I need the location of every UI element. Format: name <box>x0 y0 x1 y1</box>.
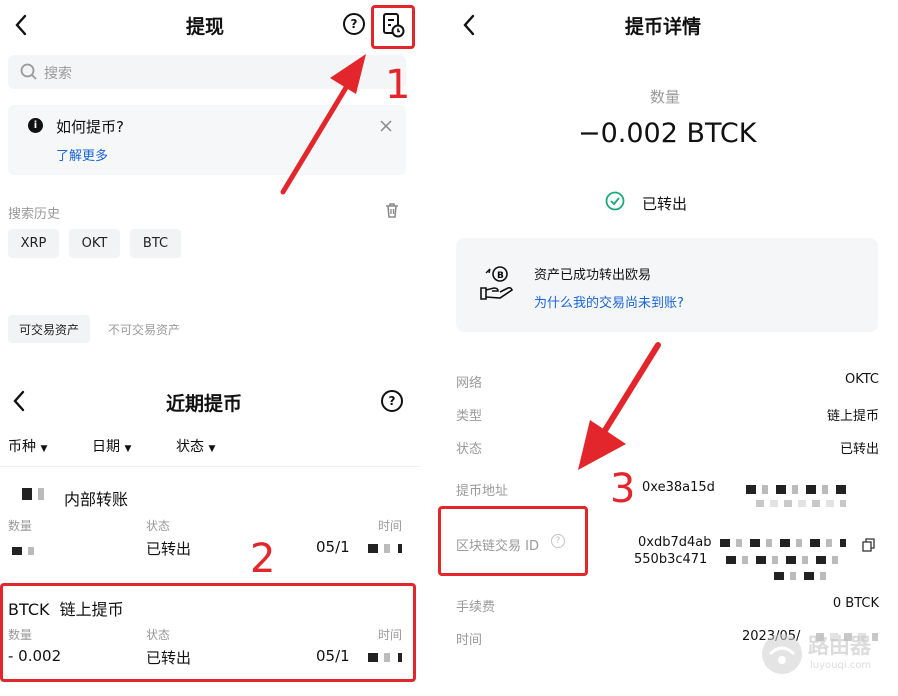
panel-divider <box>0 362 420 368</box>
annotation-arrow <box>280 54 661 470</box>
